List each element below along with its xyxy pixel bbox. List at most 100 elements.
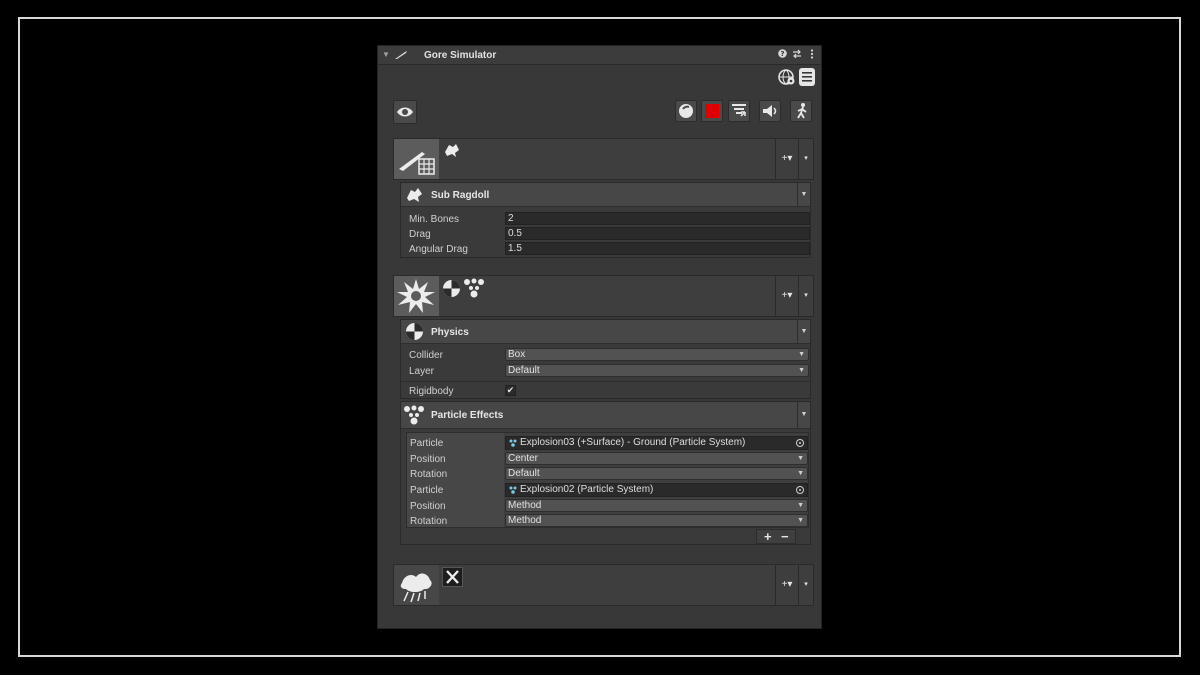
knife-grid-icon (399, 152, 435, 175)
rigidbody-label: Rigidbody (409, 386, 454, 397)
sphere-button[interactable] (675, 100, 697, 122)
particle-effects-title: Particle Effects (431, 410, 504, 421)
eye-icon (397, 107, 413, 117)
inspector-panel: ▼ Gore Simulator ? +▾ ▾ Sub Ragdoll ▼ Mi… (377, 45, 822, 629)
ragdoll-chunk-icon[interactable] (442, 141, 462, 159)
position-dropdown[interactable]: Center ▼ (505, 452, 808, 465)
visibility-toggle[interactable] (393, 100, 417, 124)
list-footer: + − (756, 529, 796, 544)
position-label: Position (410, 501, 446, 512)
bottom-menu-caret[interactable]: ▾ (798, 565, 813, 605)
position-dropdown[interactable]: Method ▼ (505, 499, 808, 512)
position-value: Center (508, 453, 539, 464)
rotation-label: Rotation (410, 469, 448, 480)
slice-group: +▾ ▾ (393, 138, 814, 180)
min-bones-field[interactable]: 2 (505, 212, 810, 225)
explosion-menu-caret[interactable]: ▾ (798, 276, 813, 316)
position-value: Method (508, 500, 542, 511)
blood-color-button[interactable] (701, 100, 723, 122)
dropdown-arrow-icon: ▼ (797, 502, 804, 509)
rigidbody-checkbox[interactable]: ✔ (505, 385, 516, 396)
drag-label: Drag (409, 229, 431, 240)
audio-icon (763, 105, 777, 117)
physics-section: Physics ▼ Collider Box ▼ Layer Default ▼… (400, 319, 811, 399)
explosion-icon (397, 279, 435, 313)
rotation-value: Default (508, 468, 540, 479)
dropdown-arrow-icon: ▼ (798, 367, 805, 374)
particle-list: Particle Explosion03 (+Surface) - Ground… (406, 432, 809, 528)
layer-label: Layer (409, 366, 435, 377)
particle-object-field[interactable]: Explosion02 (Particle System) (505, 483, 808, 497)
particle-object-value: Explosion02 (Particle System) (520, 484, 654, 495)
position-label: Position (410, 454, 446, 465)
gore-chunks-icon (400, 573, 432, 603)
object-picker-icon[interactable] (796, 439, 804, 447)
particle-effects-caret-icon[interactable]: ▼ (797, 402, 810, 428)
divider (401, 381, 810, 382)
slice-mode-button[interactable] (394, 139, 439, 179)
close-icon (446, 570, 459, 584)
knife-icon (395, 51, 407, 59)
audio-button[interactable] (759, 100, 781, 122)
list-filter-icon (732, 104, 746, 117)
foldout-arrow-icon[interactable]: ▼ (382, 50, 390, 59)
rotation-label: Rotation (410, 516, 448, 527)
add-particle-button[interactable]: + (764, 530, 772, 543)
add-explosion-button[interactable]: +▾ (775, 276, 798, 316)
svg-text:?: ? (780, 50, 784, 58)
ragdoll-person-icon (797, 103, 807, 119)
physics-header[interactable]: Physics ▼ (401, 320, 810, 344)
particle-effects-header[interactable]: Particle Effects ▼ (401, 402, 810, 429)
particle-effects-section: Particle Effects ▼ Particle Explosion03 … (400, 401, 811, 545)
dismember-mode-button[interactable] (394, 565, 439, 605)
bottom-group: +▾ ▾ (393, 564, 814, 606)
filter-button[interactable] (728, 100, 750, 122)
remove-particle-button[interactable]: − (781, 530, 789, 543)
sub-ragdoll-caret-icon[interactable]: ▼ (797, 183, 810, 206)
ragdoll-chunk-icon (407, 188, 422, 202)
min-bones-label: Min. Bones (409, 214, 460, 225)
add-slice-button[interactable]: +▾ (775, 139, 798, 179)
rotation-dropdown[interactable]: Method ▼ (505, 514, 808, 527)
component-header[interactable]: ▼ Gore Simulator ? (378, 46, 821, 65)
dropdown-arrow-icon: ▼ (797, 455, 804, 462)
layer-dropdown[interactable]: Default ▼ (505, 364, 809, 377)
sub-ragdoll-header[interactable]: Sub Ragdoll ▼ (401, 183, 810, 207)
explosion-mode-button[interactable] (394, 276, 439, 316)
sub-ragdoll-section: Sub Ragdoll ▼ Min. Bones 2 Drag 0.5 Angu… (400, 182, 811, 258)
help-icon[interactable]: ? (777, 49, 787, 60)
explosion-group: +▾ ▾ (393, 275, 814, 317)
ragdoll-button[interactable] (790, 100, 812, 122)
remove-module-button[interactable] (442, 567, 463, 587)
layer-value: Default (508, 365, 540, 376)
physics-icon[interactable] (442, 279, 461, 298)
particles-icon (404, 405, 424, 425)
document-icon[interactable] (798, 67, 816, 87)
add-bottom-button[interactable]: +▾ (775, 565, 798, 605)
dropdown-arrow-icon: ▼ (797, 517, 804, 524)
physics-title: Physics (431, 327, 469, 338)
angular-drag-field[interactable]: 1.5 (505, 242, 810, 255)
rotation-value: Method (508, 515, 542, 526)
collider-label: Collider (409, 350, 443, 361)
slice-menu-caret[interactable]: ▾ (798, 139, 813, 179)
collider-dropdown[interactable]: Box ▼ (505, 348, 809, 361)
drag-field[interactable]: 0.5 (505, 227, 810, 240)
particles-icon[interactable] (463, 278, 485, 298)
kebab-menu-icon[interactable] (807, 49, 817, 60)
physics-icon (406, 323, 423, 340)
presets-icon[interactable] (792, 49, 802, 60)
dropdown-arrow-icon: ▼ (798, 351, 805, 358)
object-picker-icon[interactable] (796, 486, 804, 494)
particle-system-icon (509, 439, 517, 447)
particle-label: Particle (410, 438, 444, 449)
angular-drag-label: Angular Drag (409, 244, 468, 255)
sub-ragdoll-title: Sub Ragdoll (431, 190, 490, 201)
particle-object-field[interactable]: Explosion03 (+Surface) - Ground (Particl… (505, 436, 808, 450)
sphere-icon (679, 104, 693, 118)
component-title: Gore Simulator (424, 50, 497, 61)
physics-caret-icon[interactable]: ▼ (797, 320, 810, 343)
particle-system-icon (509, 486, 517, 494)
rotation-dropdown[interactable]: Default ▼ (505, 467, 808, 480)
globe-settings-icon[interactable] (778, 68, 796, 86)
